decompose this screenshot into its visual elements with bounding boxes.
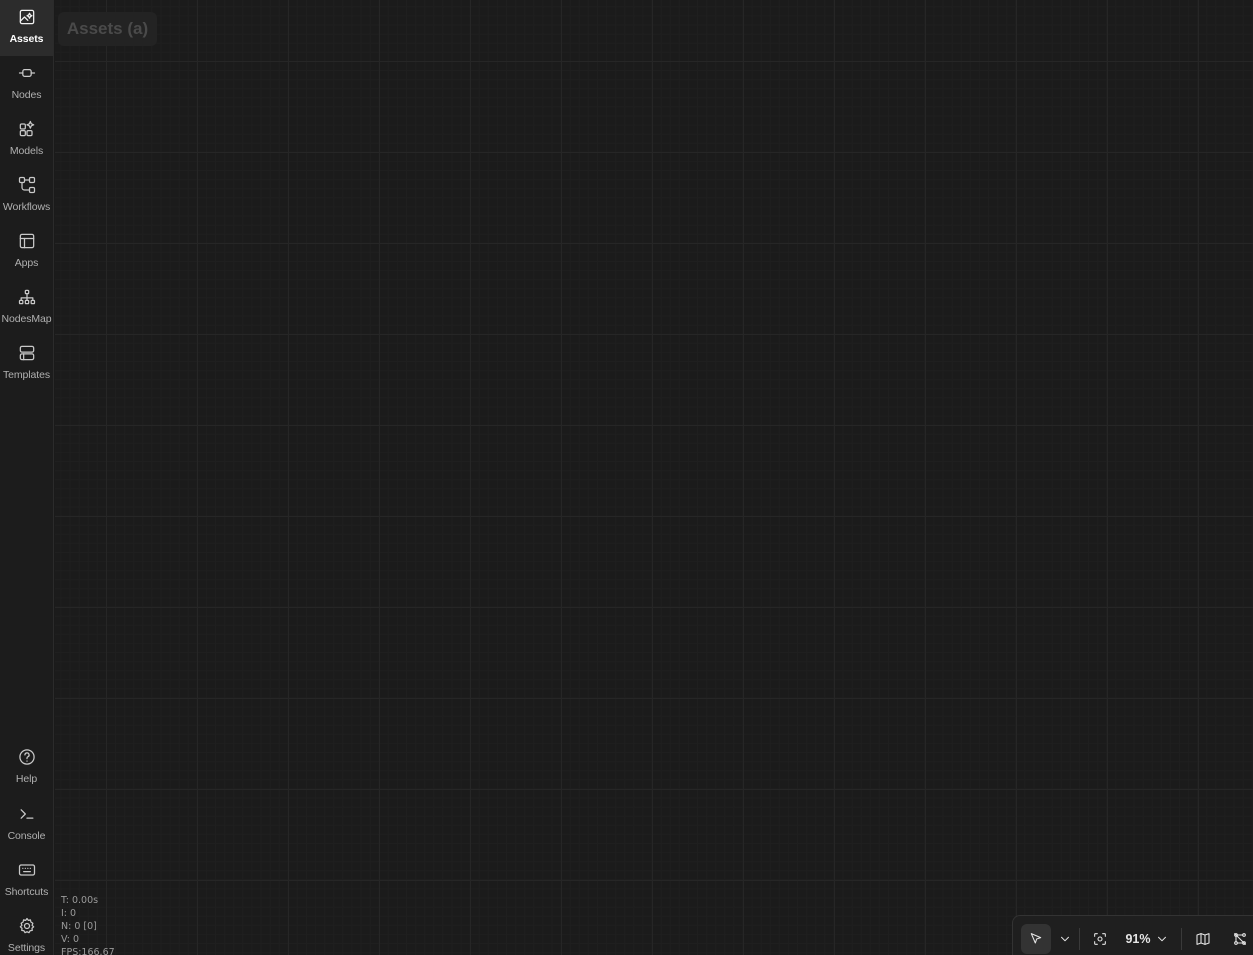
workflow-icon <box>16 174 38 196</box>
app-layout-icon <box>16 230 38 252</box>
sitemap-icon <box>16 286 38 308</box>
sidebar-item-label: Models <box>9 145 44 157</box>
sidebar-item-label: Help <box>15 773 38 785</box>
sidebar-item-label: Templates <box>3 369 50 381</box>
hide-links-icon <box>1232 931 1248 947</box>
sidebar-item-assets[interactable]: Assets <box>0 0 53 56</box>
select-mode-button[interactable] <box>1021 924 1051 954</box>
sidebar-item-models[interactable]: Models <box>0 112 53 168</box>
sidebar-item-help[interactable]: Help <box>0 740 53 796</box>
canvas-toolbar: 91% <box>1012 915 1253 955</box>
models-sparkle-icon <box>16 118 38 140</box>
hide-links-button[interactable] <box>1227 926 1253 952</box>
toolbar-divider <box>1079 928 1080 950</box>
minimap-button[interactable] <box>1190 926 1216 952</box>
sidebar-item-console[interactable]: Console <box>0 797 53 853</box>
sidebar-item-label: Console <box>7 830 46 842</box>
stat-time: T: 0.00s <box>61 895 99 906</box>
node-connector-icon <box>16 62 38 84</box>
select-mode-dropdown[interactable] <box>1055 928 1075 950</box>
sidebar-item-apps[interactable]: Apps <box>0 224 53 280</box>
minimap-icon <box>1195 931 1211 947</box>
focus-fit-icon <box>1092 931 1108 947</box>
sidebar-item-label: Apps <box>14 257 39 269</box>
sidebar-item-label: Shortcuts <box>4 886 49 898</box>
image-sparkle-icon <box>16 6 38 28</box>
render-stats: T: 0.00s I: 0 N: 0 [0] V: 0 FPS:166.67 <box>61 894 115 955</box>
sidebar-item-settings[interactable]: Settings <box>0 909 53 955</box>
sidebar-item-label: Assets <box>9 33 44 45</box>
keyboard-icon <box>16 859 38 881</box>
sidebar-item-shortcuts[interactable]: Shortcuts <box>0 853 53 909</box>
fit-view-button[interactable] <box>1087 926 1113 952</box>
sidebar-item-nodes[interactable]: Nodes <box>0 56 53 112</box>
templates-icon <box>16 342 38 364</box>
graph-canvas[interactable] <box>55 0 1253 955</box>
sidebar-item-label: Nodes <box>11 89 42 101</box>
stat-nodes: N: 0 [0] <box>61 921 97 932</box>
zoom-level: 91% <box>1125 932 1151 946</box>
sidebar-item-label: Workflows <box>2 201 51 213</box>
help-circle-icon <box>16 746 38 768</box>
stat-items: I: 0 <box>61 908 77 919</box>
sidebar-item-templates[interactable]: Templates <box>0 336 53 392</box>
sidebar-item-label: NodesMap <box>1 313 52 325</box>
sidebar-item-workflows[interactable]: Workflows <box>0 168 53 224</box>
chevron-down-icon <box>1155 932 1169 946</box>
stat-visible: V: 0 <box>61 934 79 945</box>
assets-panel-label: Assets (a) <box>58 12 157 46</box>
stat-fps: FPS:166.67 <box>61 947 115 955</box>
sidebar: Assets Nodes Models Workflows Apps Nodes… <box>0 0 54 955</box>
sidebar-item-label: Settings <box>7 942 46 954</box>
sidebar-item-nodesmap[interactable]: NodesMap <box>0 280 53 336</box>
gear-icon <box>16 915 38 937</box>
toolbar-divider <box>1181 928 1182 950</box>
cursor-select-icon <box>1028 931 1044 947</box>
zoom-dropdown[interactable]: 91% <box>1121 926 1173 952</box>
app-window: Assets (a) T: 0.00s I: 0 N: 0 [0] V: 0 F… <box>0 0 1253 955</box>
terminal-icon <box>16 803 38 825</box>
chevron-down-icon <box>1058 932 1072 946</box>
